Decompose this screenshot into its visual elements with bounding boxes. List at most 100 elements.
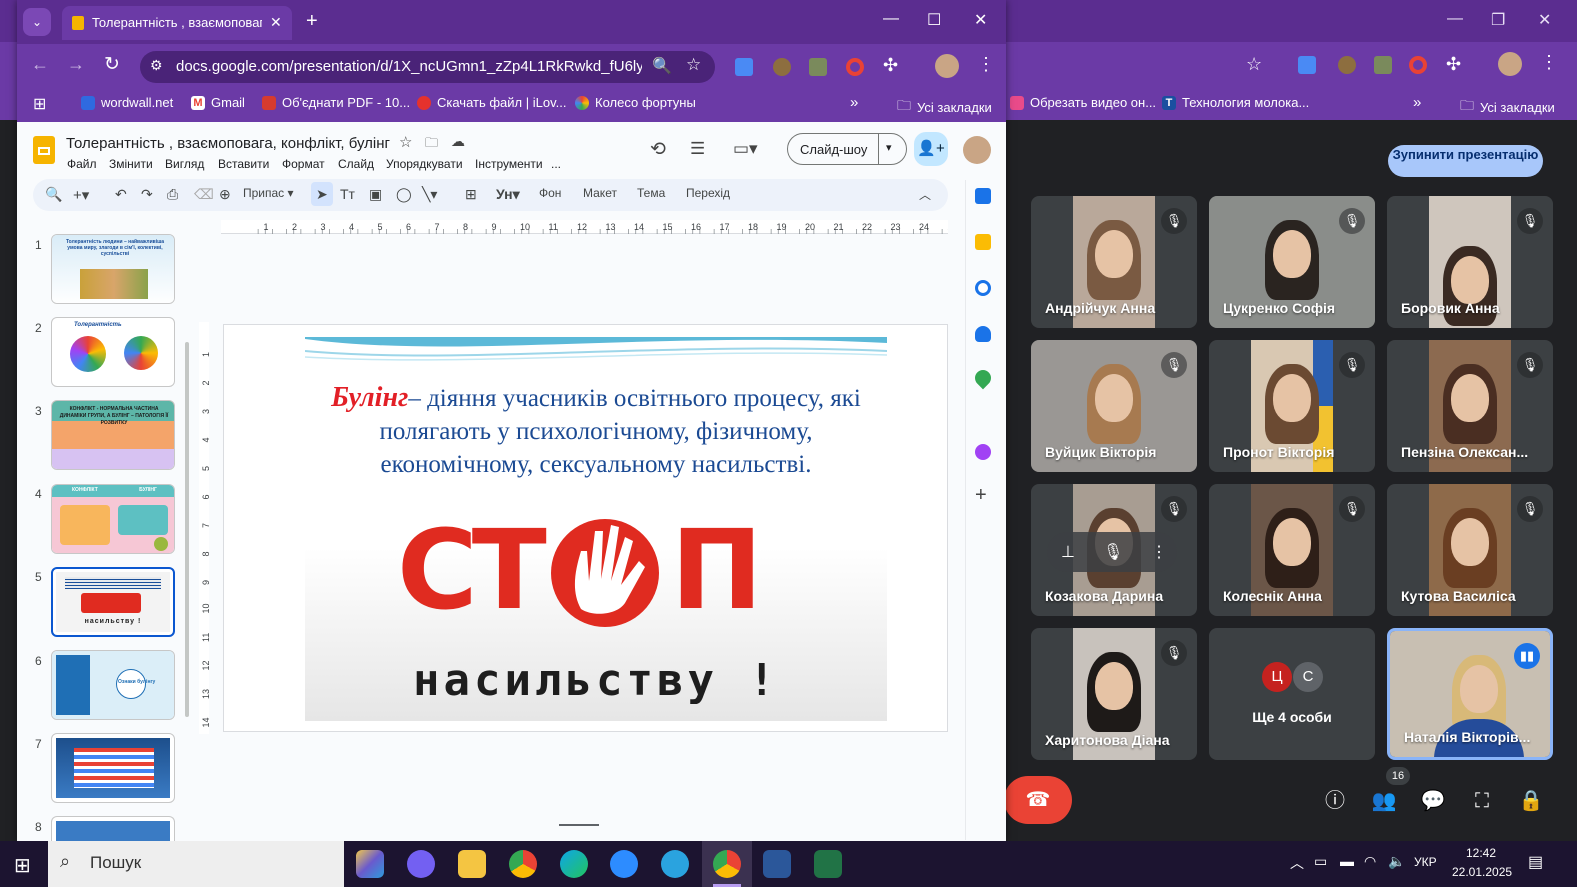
background-button[interactable]: Фон bbox=[539, 186, 561, 200]
more-bookmarks-icon[interactable]: » bbox=[1413, 94, 1421, 111]
menu-icon[interactable]: ⋮ bbox=[1540, 52, 1558, 73]
slide-thumbnail[interactable] bbox=[51, 816, 175, 841]
browser-tab[interactable]: Толерантність , взаємоповага, ✕ bbox=[62, 6, 292, 40]
participant-tile[interactable]: 🎙 Колеснік Анна bbox=[1209, 484, 1375, 616]
extension-icon[interactable] bbox=[773, 58, 791, 76]
menu-view[interactable]: Вигляд bbox=[165, 157, 204, 171]
apps-grid-icon[interactable]: ⊞ bbox=[33, 94, 46, 114]
participant-tile[interactable]: ⊥ 🎙 ⋮ 🎙 Козакова Дарина bbox=[1031, 484, 1197, 616]
add-addon-icon[interactable]: + bbox=[975, 484, 987, 507]
bookmark-item[interactable]: T Технология молока... bbox=[1162, 95, 1309, 110]
slideshow-button[interactable]: Слайд-шоу ▾ bbox=[787, 133, 907, 165]
notifications-icon[interactable]: ▤ bbox=[1528, 852, 1543, 872]
maximize-icon[interactable]: ❐ bbox=[1491, 10, 1505, 30]
menu-slide[interactable]: Слайд bbox=[338, 157, 374, 171]
account-avatar[interactable] bbox=[963, 136, 991, 164]
excel-icon[interactable] bbox=[814, 850, 842, 878]
theme-button[interactable]: Тема bbox=[637, 186, 665, 200]
maps-icon[interactable] bbox=[971, 366, 995, 390]
slide-thumbnail[interactable]: Толерантність bbox=[51, 317, 175, 387]
new-tab-icon[interactable]: + bbox=[306, 10, 318, 33]
slide-thumbnail[interactable]: Ознаки булінгу bbox=[51, 650, 175, 720]
menu-edit[interactable]: Змінити bbox=[109, 157, 153, 171]
transition-button[interactable]: Перехід bbox=[686, 186, 730, 200]
star-icon[interactable]: ☆ bbox=[686, 55, 701, 75]
reload-icon[interactable]: ↻ bbox=[104, 53, 120, 76]
more-participants-tile[interactable]: Ц С Ще 4 особи bbox=[1209, 628, 1375, 760]
input-tools-icon[interactable]: Ун▾ bbox=[496, 186, 520, 203]
slide-thumbnail-selected[interactable]: насильству ! bbox=[51, 567, 175, 637]
addon-icon[interactable] bbox=[975, 444, 991, 460]
minimize-icon[interactable]: — bbox=[1447, 10, 1463, 28]
people-icon[interactable]: 👥 bbox=[1369, 786, 1399, 816]
all-bookmarks[interactable]: 🗀 Усі закладки bbox=[897, 95, 992, 119]
participant-tile[interactable]: 🎙 Андрійчук Анна bbox=[1031, 196, 1197, 328]
extension-icon[interactable] bbox=[1338, 56, 1356, 74]
keep-icon[interactable] bbox=[975, 234, 991, 250]
more-options-icon[interactable]: ⋮ bbox=[1151, 542, 1167, 562]
language-indicator[interactable]: УКР bbox=[1414, 855, 1437, 869]
slide-thumbnail[interactable]: КОНФЛІКТ - НОРМАЛЬНА ЧАСТИНА ДИНАМІКИ ГР… bbox=[51, 400, 175, 470]
battery-icon[interactable]: ▬ bbox=[1340, 853, 1354, 869]
slide-canvas[interactable]: Булінг– діяння учасників освітнього проц… bbox=[223, 324, 948, 732]
cloud-status-icon[interactable]: ☁ bbox=[451, 133, 465, 150]
speaker-notes-handle[interactable] bbox=[559, 824, 599, 826]
chrome-extension-icon[interactable] bbox=[846, 58, 864, 76]
copilot-icon[interactable] bbox=[356, 850, 384, 878]
slide-thumbnail[interactable]: Толерантність людини – найважливіша умов… bbox=[51, 234, 175, 304]
undo-icon[interactable]: ↶ bbox=[115, 186, 127, 203]
menu-format[interactable]: Формат bbox=[282, 157, 325, 171]
history-icon[interactable]: ⟲ bbox=[650, 138, 666, 161]
puzzle-icon[interactable]: ✣ bbox=[1446, 54, 1461, 75]
chat-icon[interactable]: 💬 bbox=[1418, 786, 1448, 816]
device-icon[interactable]: ▭ bbox=[1314, 853, 1327, 870]
share-button[interactable]: 👤+ bbox=[914, 132, 948, 166]
volume-icon[interactable]: 🔈 bbox=[1388, 853, 1405, 870]
bookmark-item[interactable]: Обрезать видео он... bbox=[1010, 95, 1156, 110]
search-icon[interactable]: 🔍 bbox=[45, 186, 62, 203]
pin-icon[interactable]: ⊥ bbox=[1061, 542, 1075, 562]
stop-presentation-button[interactable]: Зупинити презентацію bbox=[1388, 145, 1543, 177]
windows-start-icon[interactable]: ⊞ bbox=[14, 853, 31, 878]
puzzle-icon[interactable]: ✣ bbox=[883, 55, 898, 76]
participant-tile[interactable]: 🎙 Кутова Василіса bbox=[1387, 484, 1553, 616]
menu-file[interactable]: Файл bbox=[67, 157, 97, 171]
chevron-up-icon[interactable]: ︿ bbox=[1290, 853, 1304, 873]
zoom-select[interactable]: Припас ▾ bbox=[243, 186, 294, 200]
cursor-icon[interactable]: ➤ bbox=[316, 186, 328, 203]
translate-icon[interactable] bbox=[735, 58, 753, 76]
meet-camera-icon[interactable]: ▭▾ bbox=[733, 139, 758, 159]
print-icon[interactable]: ⎙ bbox=[167, 186, 178, 203]
close-icon[interactable]: ✕ bbox=[1538, 10, 1551, 30]
participant-tile[interactable]: 🎙 Пензіна Олексан... bbox=[1387, 340, 1553, 472]
slides-logo-icon[interactable] bbox=[33, 136, 55, 164]
minimize-icon[interactable]: — bbox=[883, 10, 899, 28]
filmstrip-scrollbar[interactable] bbox=[185, 342, 189, 717]
comments-icon[interactable]: ☰ bbox=[690, 139, 705, 159]
move-folder-icon[interactable]: 🗀 bbox=[425, 134, 438, 156]
profile-avatar[interactable] bbox=[935, 54, 959, 78]
zoom-icon[interactable]: ⊕ bbox=[219, 186, 231, 203]
zoom-icon[interactable] bbox=[610, 850, 638, 878]
zoom-icon[interactable]: 🔍 bbox=[652, 56, 672, 76]
file-explorer-icon[interactable] bbox=[458, 850, 486, 878]
clock-time[interactable]: 12:42 bbox=[1466, 846, 1496, 860]
collapse-toolbar-icon[interactable]: ︿ bbox=[919, 186, 931, 203]
tasks-icon[interactable] bbox=[975, 280, 991, 296]
horizontal-ruler[interactable]: 1234567891011121314151617181920212223242… bbox=[221, 220, 958, 234]
edge-icon[interactable] bbox=[560, 850, 588, 878]
contacts-icon[interactable] bbox=[975, 326, 991, 342]
star-icon[interactable]: ☆ bbox=[1246, 54, 1262, 75]
bookmark-item[interactable]: M Gmail bbox=[191, 95, 245, 110]
word-icon[interactable] bbox=[763, 850, 791, 878]
participant-tile[interactable]: 🎙 Вуйцик Вікторія bbox=[1031, 340, 1197, 472]
slide-thumbnail[interactable]: КОНФЛІКТ БУЛІНГ bbox=[51, 484, 175, 554]
menu-icon[interactable]: ⋮ bbox=[977, 54, 995, 75]
site-info-icon[interactable]: ⚙ bbox=[150, 57, 163, 74]
address-bar[interactable]: ⚙ docs.google.com/presentation/d/1X_ncUG… bbox=[140, 51, 715, 83]
extension-icon[interactable] bbox=[1374, 56, 1392, 74]
star-icon[interactable]: ☆ bbox=[399, 133, 412, 151]
slide-thumbnail[interactable] bbox=[51, 733, 175, 803]
mute-icon[interactable]: 🎙 bbox=[1103, 542, 1123, 562]
more-bookmarks-icon[interactable]: » bbox=[850, 94, 858, 111]
